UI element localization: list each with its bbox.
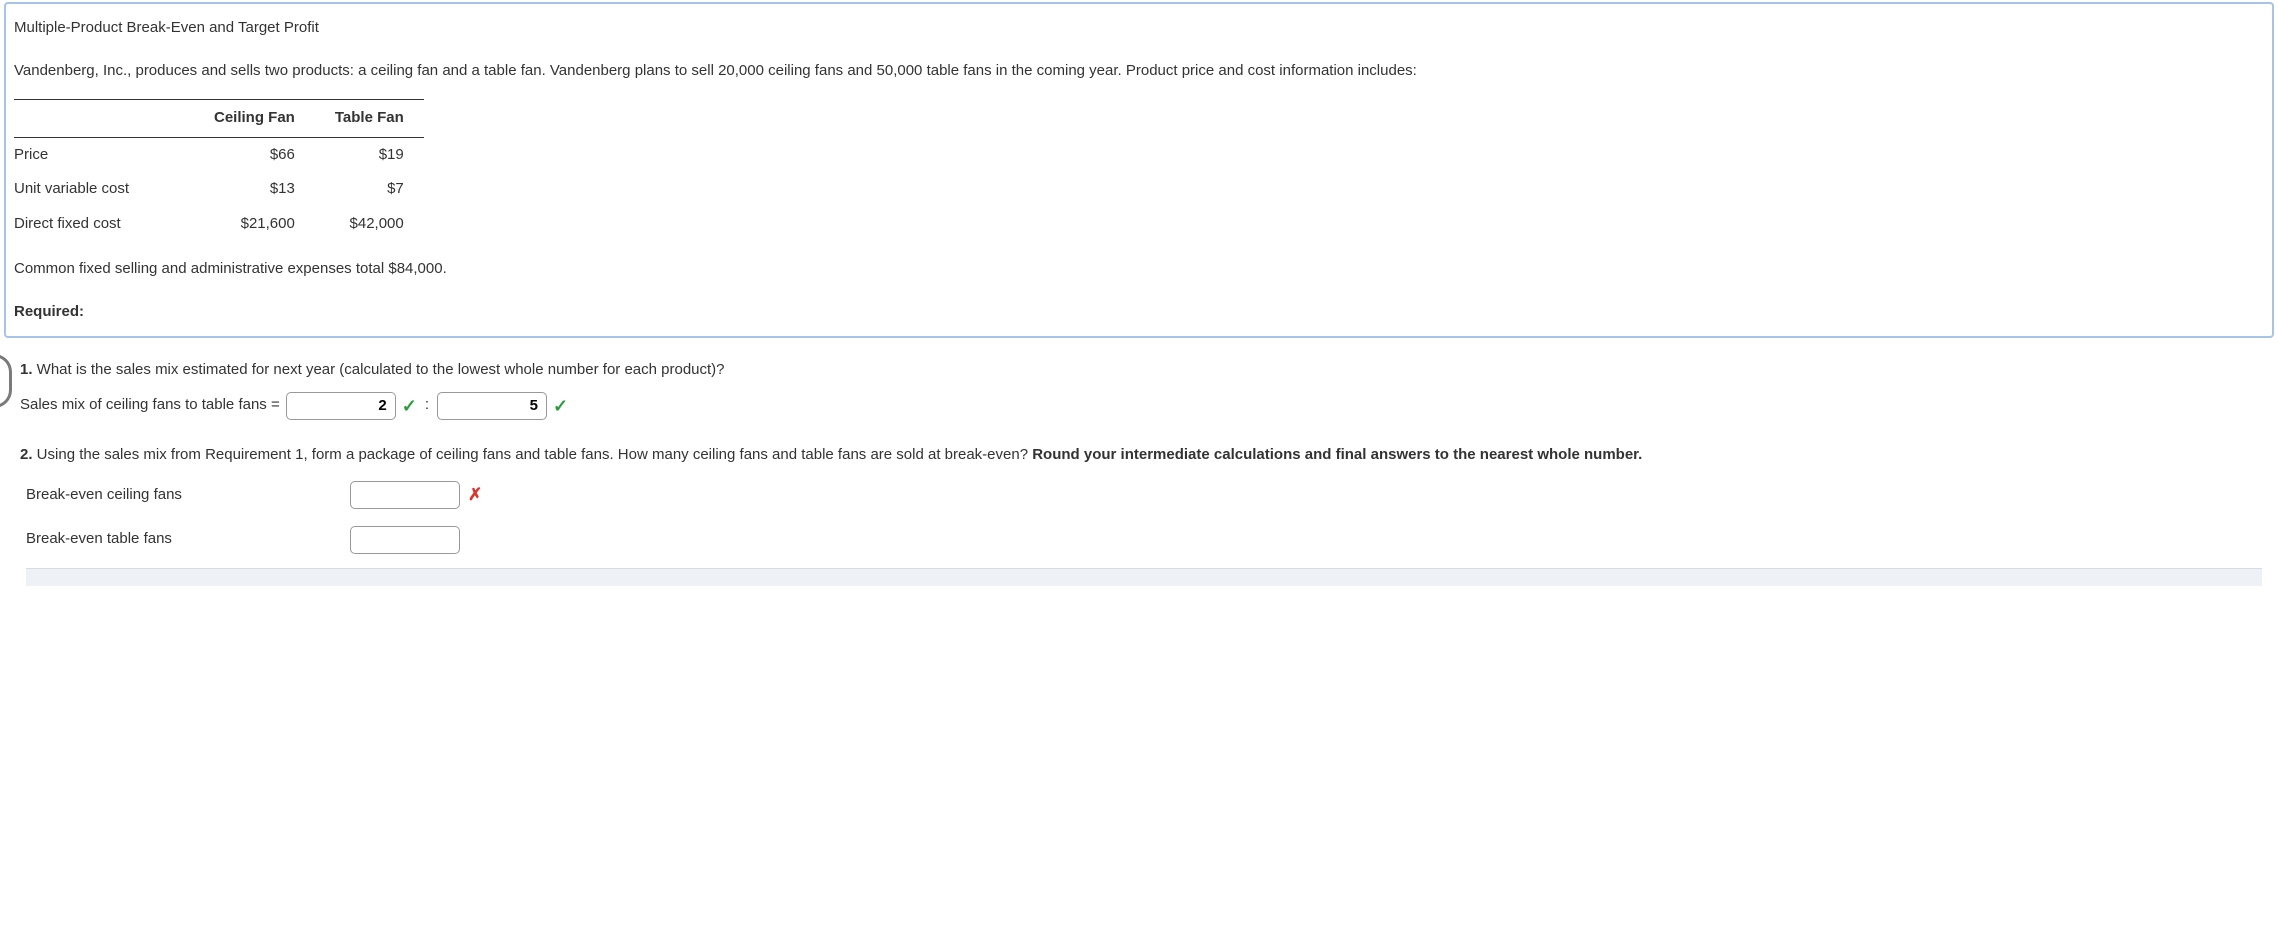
required-label: Required:: [14, 298, 2264, 327]
question-1-answer-row: Sales mix of ceiling fans to table fans …: [20, 389, 2262, 423]
sales-mix-label: Sales mix of ceiling fans to table fans …: [20, 391, 280, 420]
problem-description: Vandenberg, Inc., produces and sells two…: [14, 57, 2264, 86]
breakeven-table-label: Break-even table fans: [20, 525, 350, 554]
breakeven-answers: Break-even ceiling fans ✗ Break-even tab…: [20, 479, 2262, 554]
table-header-table: Table Fan: [315, 100, 424, 138]
problem-statement-box: Multiple-Product Break-Even and Target P…: [4, 2, 2274, 338]
row-table-value: $7: [315, 172, 424, 207]
row-ceiling-value: $13: [194, 172, 315, 207]
breakeven-table-input[interactable]: [350, 526, 460, 554]
row-label: Direct fixed cost: [14, 207, 194, 242]
row-table-value: $42,000: [315, 207, 424, 242]
row-label: Unit variable cost: [14, 172, 194, 207]
question-1-text: 1. What is the sales mix estimated for n…: [20, 356, 2262, 385]
row-ceiling-value: $21,600: [194, 207, 315, 242]
table-row: Direct fixed cost $21,600 $42,000: [14, 207, 424, 242]
table-row: Unit variable cost $13 $7: [14, 172, 424, 207]
ratio-separator: :: [423, 391, 431, 420]
table-row: Price $66 $19: [14, 137, 424, 172]
question-2: 2. Using the sales mix from Requirement …: [20, 441, 2262, 586]
breakeven-table-row: Break-even table fans: [20, 525, 2262, 554]
questions-section: 1. What is the sales mix estimated for n…: [0, 356, 2278, 586]
table-header-ceiling: Ceiling Fan: [194, 100, 315, 138]
question-number: 2.: [20, 446, 33, 463]
table-header-blank: [14, 100, 194, 138]
question-2-text: 2. Using the sales mix from Requirement …: [20, 441, 2262, 470]
check-icon: ✓: [402, 389, 417, 423]
sales-mix-table-input[interactable]: [437, 392, 547, 420]
question-prompt: What is the sales mix estimated for next…: [33, 361, 725, 378]
table-header-row: Ceiling Fan Table Fan: [14, 100, 424, 138]
question-prompt-part1: Using the sales mix from Requirement 1, …: [33, 446, 1033, 463]
feedback-bar: [26, 568, 2262, 586]
breakeven-ceiling-row: Break-even ceiling fans ✗: [20, 479, 2262, 511]
row-label: Price: [14, 137, 194, 172]
cost-data-table: Ceiling Fan Table Fan Price $66 $19 Unit…: [14, 99, 424, 241]
question-1: 1. What is the sales mix estimated for n…: [20, 356, 2262, 423]
sales-mix-ceiling-input[interactable]: [286, 392, 396, 420]
question-prompt-bold: Round your intermediate calculations and…: [1032, 446, 1642, 463]
breakeven-ceiling-input[interactable]: [350, 481, 460, 509]
question-number: 1.: [20, 361, 33, 378]
paren-decoration-icon: [0, 354, 12, 408]
common-fixed-text: Common fixed selling and administrative …: [14, 255, 2264, 284]
row-ceiling-value: $66: [194, 137, 315, 172]
problem-title: Multiple-Product Break-Even and Target P…: [14, 14, 2264, 43]
x-icon: ✗: [468, 479, 482, 511]
row-table-value: $19: [315, 137, 424, 172]
breakeven-ceiling-label: Break-even ceiling fans: [20, 481, 350, 510]
check-icon: ✓: [553, 389, 568, 423]
